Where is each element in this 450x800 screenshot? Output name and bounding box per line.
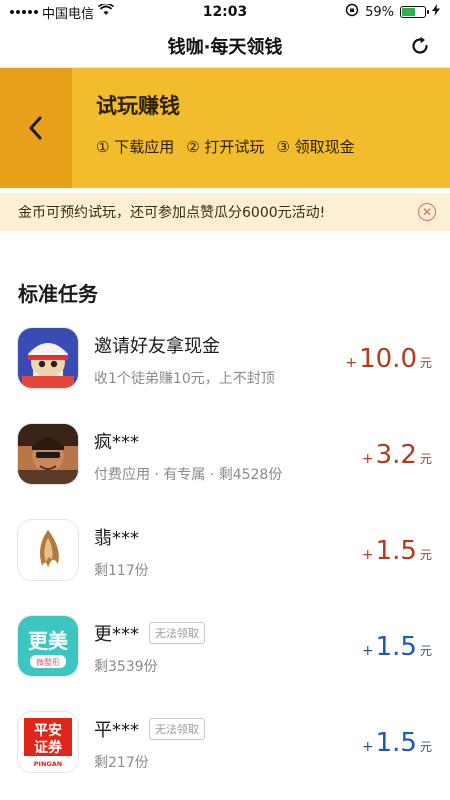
task-name: 平*** bbox=[94, 720, 139, 741]
refresh-button[interactable] bbox=[406, 32, 434, 60]
page-title: 钱咖·每天领钱 bbox=[167, 36, 283, 58]
nav-bar: 钱咖·每天领钱 bbox=[0, 24, 450, 68]
steps-list: ① 下载应用 ② 打开试玩 ③ 领取现金 bbox=[96, 136, 355, 157]
reward-value: 1.5 bbox=[375, 536, 417, 566]
task-row[interactable]: 更美 微整形 更*** 无法领取 剩3539份 + 1.5 元 bbox=[0, 606, 450, 702]
reward-unit: 元 bbox=[419, 356, 432, 370]
charging-icon bbox=[432, 4, 440, 20]
reward-value: 1.5 bbox=[375, 632, 417, 662]
chevron-left-icon bbox=[29, 116, 42, 140]
step-open: ② 打开试玩 bbox=[186, 138, 265, 156]
notice-bar: 金币可预约试玩，还可参加点赞瓜分6000元活动! ✕ bbox=[0, 193, 450, 231]
pingan-logo-sub: PINGAN bbox=[34, 760, 62, 768]
wifi-icon bbox=[98, 2, 115, 20]
pingan-securities-app-icon: 平安 证券 PINGAN bbox=[18, 712, 78, 772]
reward-plus: + bbox=[361, 739, 374, 755]
reward-amount: + 3.2 元 bbox=[362, 440, 432, 470]
back-button[interactable] bbox=[0, 68, 72, 188]
task-subtitle: 剩217份 bbox=[94, 755, 149, 771]
battery-percent: 59% bbox=[365, 4, 394, 20]
feather-flame-app-icon bbox=[18, 520, 78, 580]
reward-amount: + 1.5 元 bbox=[362, 728, 432, 758]
task-name: 翡*** bbox=[94, 528, 139, 549]
reward-amount: + 10.0 元 bbox=[345, 344, 432, 374]
game-character-app-icon bbox=[18, 424, 78, 484]
step-download: ① 下载应用 bbox=[96, 138, 175, 156]
task-name: 邀请好友拿现金 bbox=[94, 336, 220, 357]
reward-value: 3.2 bbox=[375, 440, 417, 470]
gengmei-app-icon: 更美 微整形 bbox=[18, 616, 78, 676]
trial-banner: 试玩赚钱 ① 下载应用 ② 打开试玩 ③ 领取现金 bbox=[0, 68, 450, 188]
gengmei-logo-text: 更美 bbox=[28, 629, 69, 653]
reward-unit: 元 bbox=[419, 644, 432, 658]
reward-plus: + bbox=[345, 355, 358, 371]
pingan-logo-text-top: 平安 bbox=[34, 722, 62, 739]
task-row[interactable]: 疯*** 付费应用 · 有专属 · 剩4528份 + 3.2 元 bbox=[0, 414, 450, 510]
task-subtitle: 付费应用 · 有专属 · 剩4528份 bbox=[94, 467, 283, 483]
task-subtitle: 剩3539份 bbox=[94, 659, 158, 675]
task-row[interactable]: 邀请好友拿现金 收1个徒弟赚10元，上不封顶 + 10.0 元 bbox=[0, 318, 450, 414]
reward-plus: + bbox=[361, 643, 374, 659]
unclaimable-badge: 无法领取 bbox=[149, 622, 205, 644]
reward-value: 10.0 bbox=[359, 344, 417, 374]
notice-text: 金币可预约试玩，还可参加点赞瓜分6000元活动! bbox=[18, 205, 326, 221]
battery-icon bbox=[400, 6, 429, 18]
task-subtitle: 收1个徒弟赚10元，上不封顶 bbox=[94, 371, 275, 387]
lock-rotation-icon bbox=[345, 3, 359, 21]
refresh-icon bbox=[412, 36, 428, 54]
step-claim: ③ 领取现金 bbox=[276, 138, 355, 156]
pingan-logo-text-bottom: 证券 bbox=[34, 739, 63, 756]
invite-friend-app-icon bbox=[18, 328, 78, 388]
reward-plus: + bbox=[361, 451, 374, 467]
close-icon[interactable]: ✕ bbox=[418, 203, 436, 221]
unclaimable-badge: 无法领取 bbox=[149, 718, 205, 740]
task-name: 更*** bbox=[94, 624, 139, 645]
task-subtitle: 剩117份 bbox=[94, 563, 149, 579]
task-row[interactable]: 平安 证券 PINGAN 平*** 无法领取 剩217份 + 1.5 元 bbox=[0, 702, 450, 798]
reward-amount: + 1.5 元 bbox=[362, 632, 432, 662]
reward-unit: 元 bbox=[419, 452, 432, 466]
reward-unit: 元 bbox=[419, 740, 432, 754]
gengmei-logo-sub: 微整形 bbox=[36, 657, 60, 667]
task-name: 疯*** bbox=[94, 432, 139, 453]
signal-icon bbox=[10, 10, 38, 14]
reward-plus: + bbox=[361, 547, 374, 563]
reward-value: 1.5 bbox=[375, 728, 417, 758]
task-list: 邀请好友拿现金 收1个徒弟赚10元，上不封顶 + 10.0 元 疯*** 付费应… bbox=[0, 318, 450, 798]
reward-amount: + 1.5 元 bbox=[362, 536, 432, 566]
banner-title: 试玩赚钱 bbox=[96, 94, 180, 118]
status-bar: 中国电信 12:03 59% bbox=[0, 0, 450, 24]
task-row[interactable]: 翡*** 剩117份 + 1.5 元 bbox=[0, 510, 450, 606]
carrier-label: 中国电信 bbox=[42, 6, 95, 22]
section-title: 标准任务 bbox=[18, 282, 98, 306]
reward-unit: 元 bbox=[419, 548, 432, 562]
